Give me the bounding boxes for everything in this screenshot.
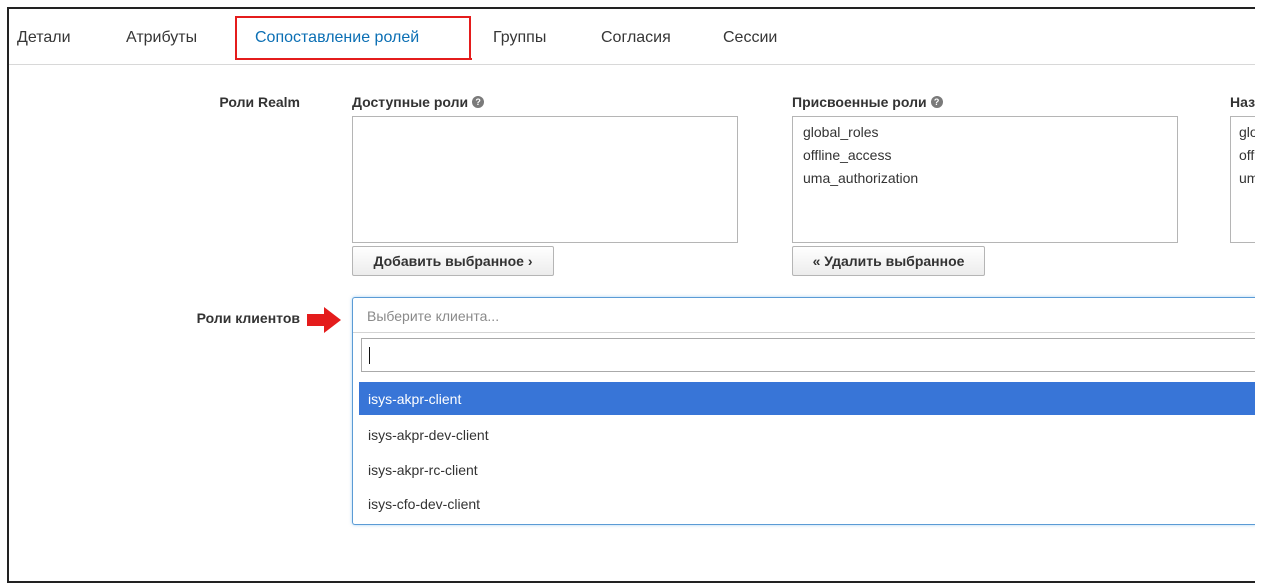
- list-item: off: [1239, 147, 1255, 163]
- tab-sessions[interactable]: Сессии: [723, 29, 777, 47]
- client-roles-label: Роли клиентов: [196, 310, 300, 326]
- effective-roles-heading: Наз: [1230, 94, 1255, 110]
- realm-roles-label: Роли Realm: [219, 94, 300, 110]
- active-tab-highlight-box: [234, 16, 472, 60]
- tab-attributes[interactable]: Атрибуты: [126, 29, 197, 47]
- assigned-roles-title: Присвоенные роли: [792, 94, 927, 110]
- tab-consents[interactable]: Согласия: [601, 29, 671, 47]
- question-circle-icon[interactable]: ?: [472, 96, 485, 108]
- add-selected-button[interactable]: Добавить выбранное ›: [352, 246, 554, 276]
- client-select-placeholder[interactable]: Выберите клиента...: [367, 308, 499, 324]
- list-item[interactable]: uma_authorization: [803, 167, 1167, 190]
- tab-groups[interactable]: Группы: [493, 29, 546, 47]
- client-option[interactable]: isys-akpr-client: [359, 382, 1255, 415]
- question-circle-icon[interactable]: ?: [930, 96, 943, 108]
- available-roles-title: Доступные роли: [352, 94, 469, 110]
- list-item[interactable]: global_roles: [803, 121, 1167, 144]
- text-cursor: [369, 347, 370, 364]
- client-search-input[interactable]: [361, 338, 1255, 372]
- user-role-mapping-panel: Детали Атрибуты Сопоставление ролей Груп…: [7, 7, 1255, 583]
- client-select[interactable]: Выберите клиента... isys-akpr-client isy…: [352, 297, 1255, 525]
- available-roles-list[interactable]: [352, 116, 738, 243]
- list-item[interactable]: offline_access: [803, 144, 1167, 167]
- red-arrow-icon: [307, 307, 341, 333]
- effective-roles-list[interactable]: glo off um: [1230, 116, 1255, 243]
- client-option[interactable]: isys-cfo-dev-client: [359, 487, 1255, 520]
- assigned-roles-heading: Присвоенные роли ?: [792, 94, 943, 110]
- available-roles-heading: Доступные роли ?: [352, 94, 485, 110]
- list-item: glo: [1239, 124, 1255, 140]
- assigned-roles-list[interactable]: global_roles offline_access uma_authoriz…: [792, 116, 1178, 243]
- client-option[interactable]: isys-akpr-dev-client: [359, 418, 1255, 451]
- tab-details[interactable]: Детали: [17, 29, 71, 47]
- effective-roles-title: Наз: [1230, 94, 1255, 110]
- remove-selected-button[interactable]: « Удалить выбранное: [792, 246, 985, 276]
- divider: [353, 332, 1255, 333]
- list-item: um: [1239, 170, 1255, 186]
- client-option[interactable]: isys-akpr-rc-client: [359, 453, 1255, 486]
- tab-bar: Детали Атрибуты Сопоставление ролей Груп…: [9, 9, 1255, 65]
